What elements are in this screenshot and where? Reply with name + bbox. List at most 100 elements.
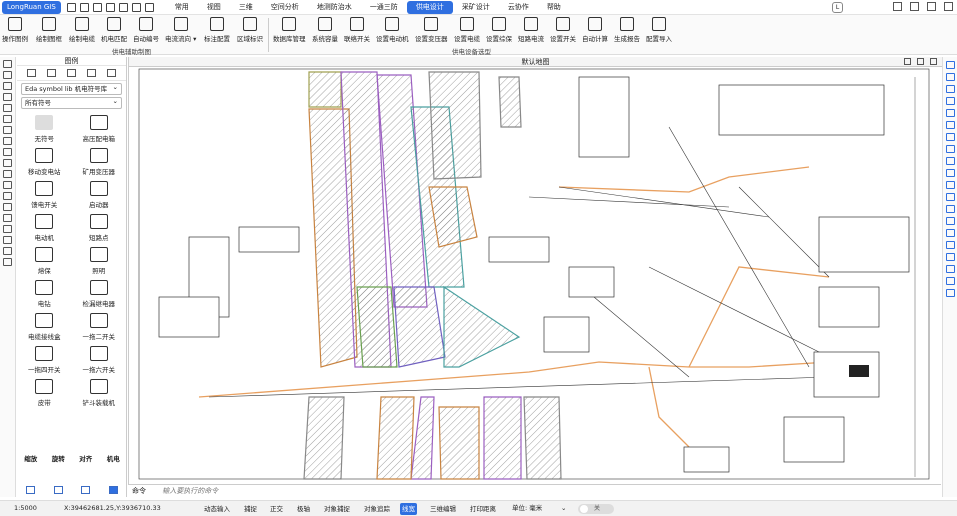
ribbon-btn-import[interactable]: 配置导入 xyxy=(646,17,672,43)
ribbon-btn-draw-frame[interactable]: 绘制图框 xyxy=(36,17,62,43)
minimize-map-icon[interactable] xyxy=(904,58,911,65)
move-icon[interactable] xyxy=(945,121,955,129)
symbol-item[interactable]: 短路点 xyxy=(72,214,127,242)
menu-tab-water[interactable]: 地测防治水 xyxy=(308,1,361,14)
zoom-button[interactable]: 缩放 xyxy=(24,453,37,463)
ribbon-btn-draw-cable[interactable]: 绘制电缆 xyxy=(69,17,95,43)
ribbon-btn-capacity[interactable]: 系统容量 xyxy=(312,17,338,43)
rotate-button[interactable]: 旋转 xyxy=(52,453,65,463)
break-icon[interactable] xyxy=(945,193,955,201)
layer-icon[interactable] xyxy=(3,203,12,211)
ribbon-btn-current-flow[interactable]: 电流流向 ▾ xyxy=(165,17,196,43)
close-map-icon[interactable] xyxy=(930,58,937,65)
properties-icon[interactable] xyxy=(945,265,955,273)
extend-icon[interactable] xyxy=(945,181,955,189)
symbol-item[interactable]: 移动变电站 xyxy=(17,148,72,176)
save-icon[interactable] xyxy=(92,2,102,12)
ellipse-icon[interactable] xyxy=(3,126,12,134)
print-distance-toggle[interactable]: 打印距离 xyxy=(468,503,498,515)
join-icon[interactable] xyxy=(945,205,955,213)
menu-tab-mining[interactable]: 采矿设计 xyxy=(453,1,499,14)
ortho-toggle[interactable]: 正交 xyxy=(268,503,285,515)
menu-tab-common[interactable]: 常用 xyxy=(166,1,198,14)
curve-icon[interactable] xyxy=(3,93,12,101)
shirt-icon[interactable] xyxy=(893,2,902,11)
undo-icon[interactable] xyxy=(131,2,141,12)
object-snap-toggle[interactable]: 对象捕捉 xyxy=(322,503,352,515)
grid-icon[interactable] xyxy=(3,258,12,266)
maximize-icon[interactable] xyxy=(927,2,936,11)
scale-icon[interactable] xyxy=(945,145,955,153)
paint-icon[interactable] xyxy=(945,289,955,297)
snap-toggle[interactable]: 捕捉 xyxy=(242,503,259,515)
minimize-icon[interactable] xyxy=(910,2,919,11)
select-icon[interactable] xyxy=(945,61,955,69)
new-file-icon[interactable] xyxy=(66,2,76,12)
symbol-item[interactable]: 电动机 xyxy=(17,214,72,242)
status-toggle[interactable]: 关 xyxy=(578,504,614,514)
scale-select[interactable]: 1:5000 xyxy=(14,501,37,516)
circle-icon[interactable] xyxy=(3,115,12,123)
cloud-icon[interactable] xyxy=(105,2,115,12)
table-view-icon[interactable] xyxy=(81,486,91,494)
symbol-item[interactable]: 无符号 xyxy=(17,115,72,143)
list-view-icon[interactable] xyxy=(26,486,36,494)
symbol-item[interactable]: 电钻 xyxy=(17,280,72,308)
rotate-icon[interactable] xyxy=(945,133,955,141)
lineweight-toggle[interactable]: 线宽 xyxy=(400,503,417,515)
fill-icon[interactable] xyxy=(3,170,12,178)
symbol-item[interactable]: 一拖二开关 xyxy=(72,313,127,341)
polyline-icon[interactable] xyxy=(3,82,12,90)
tunnel-icon[interactable] xyxy=(3,192,12,200)
symbol-item[interactable]: 铲斗装载机 xyxy=(72,379,127,407)
open-file-icon[interactable] xyxy=(79,2,89,12)
symbol-item[interactable]: 一拖四开关 xyxy=(17,346,72,374)
symbol-item[interactable]: 检漏继电器 xyxy=(72,280,127,308)
line-icon[interactable] xyxy=(3,71,12,79)
align-button[interactable]: 对齐 xyxy=(79,453,92,463)
settings-tab-icon[interactable] xyxy=(107,69,117,77)
menu-tab-spatial[interactable]: 空间分析 xyxy=(262,1,308,14)
arc-icon[interactable] xyxy=(3,137,12,145)
unit-select[interactable]: 单位: 毫米 xyxy=(512,501,542,516)
electro-button[interactable]: 机电 xyxy=(107,453,120,463)
print-icon[interactable] xyxy=(118,2,128,12)
cube-icon[interactable] xyxy=(945,277,955,285)
unit-dropdown-icon[interactable]: ⌄ xyxy=(561,501,566,516)
stretch-icon[interactable] xyxy=(945,157,955,165)
symbol-item[interactable]: 高压配电箱 xyxy=(72,115,127,143)
menu-tab-help[interactable]: 帮助 xyxy=(538,1,570,14)
settings-view-icon[interactable] xyxy=(108,486,118,494)
ribbon-btn-legend-ops[interactable]: 操作图例 xyxy=(2,17,28,43)
command-input[interactable]: 输入要执行的命令 xyxy=(162,487,218,495)
ribbon-btn-tie-switch[interactable]: 联络开关 xyxy=(344,17,370,43)
symbol-item[interactable]: 启动器 xyxy=(72,181,127,209)
close-icon[interactable] xyxy=(944,2,953,11)
symbol-item[interactable]: 照明 xyxy=(72,247,127,275)
erase-icon[interactable] xyxy=(945,253,955,261)
redo-icon[interactable] xyxy=(144,2,154,12)
point-icon[interactable] xyxy=(3,60,12,68)
symbol-item[interactable]: 皮带 xyxy=(17,379,72,407)
mirror-icon[interactable] xyxy=(945,85,955,93)
block-icon[interactable] xyxy=(3,236,12,244)
library-select[interactable]: Eda symbol lib 机电符号库 xyxy=(21,82,122,95)
symbol-tab-icon[interactable] xyxy=(26,69,36,77)
menu-tab-power[interactable]: 供电设计 xyxy=(406,0,453,14)
offset-icon[interactable] xyxy=(945,97,955,105)
measure-icon[interactable] xyxy=(3,247,12,255)
chamfer-icon[interactable] xyxy=(945,217,955,225)
symbol-item[interactable]: 矿用变压器 xyxy=(72,148,127,176)
text-tab-icon[interactable] xyxy=(46,69,56,77)
ribbon-btn-area-mark[interactable]: 区域标识 xyxy=(237,17,263,43)
ribbon-btn-auto-calc[interactable]: 自动计算 xyxy=(582,17,608,43)
symbol-item[interactable]: 熔保 xyxy=(17,247,72,275)
symbol-item[interactable]: 馈电开关 xyxy=(17,181,72,209)
ribbon-btn-short-circuit[interactable]: 短路电流 xyxy=(518,17,544,43)
ribbon-btn-switch-set[interactable]: 设置开关 xyxy=(550,17,576,43)
ribbon-btn-report[interactable]: 生成报告 xyxy=(614,17,640,43)
symbol-item[interactable]: 电缆接线盒 xyxy=(17,313,72,341)
3d-edit-toggle[interactable]: 三维编辑 xyxy=(428,503,458,515)
ribbon-btn-transformer[interactable]: 设置变压器 xyxy=(415,17,448,43)
image-tab-icon[interactable] xyxy=(66,69,76,77)
